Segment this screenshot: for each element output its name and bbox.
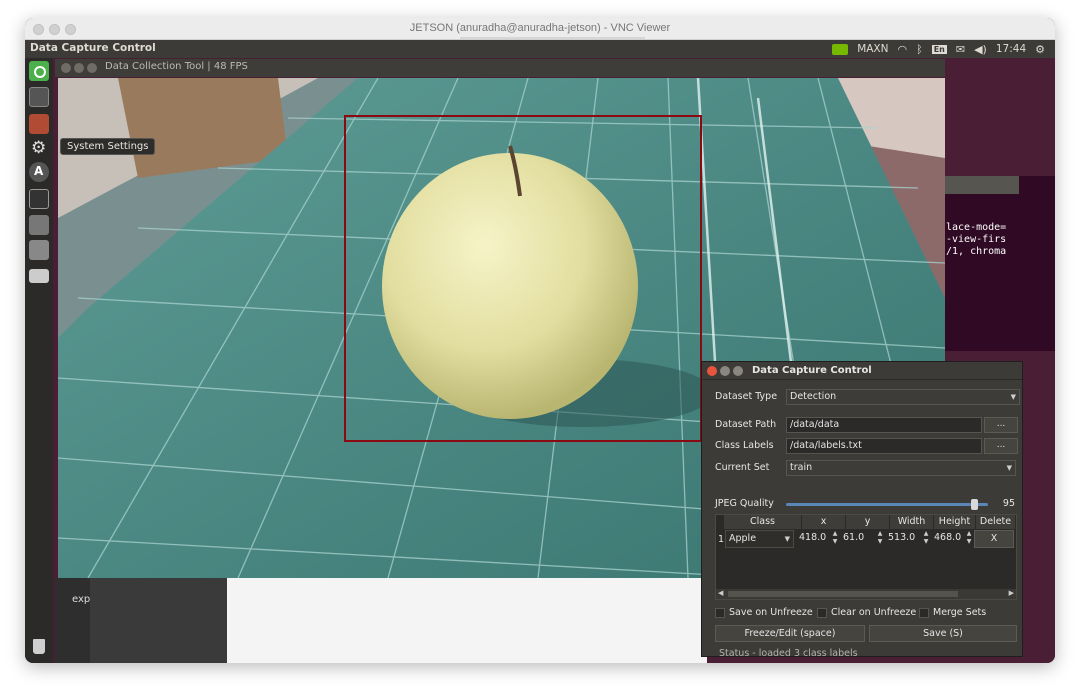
dataset-path-browse-button[interactable]: ... xyxy=(984,417,1018,433)
apple xyxy=(382,153,638,419)
width-field[interactable]: 513.0 xyxy=(885,530,921,548)
terminal-titlebar[interactable] xyxy=(943,176,1019,194)
dialog-maximize-button[interactable] xyxy=(733,366,743,376)
delete-row-button[interactable]: X xyxy=(974,530,1014,548)
launcher-trash-icon[interactable] xyxy=(29,636,49,656)
video-maximize-button[interactable] xyxy=(87,63,97,73)
table-row-index: 1 xyxy=(718,534,725,545)
launcher-app-icon[interactable] xyxy=(29,215,49,235)
keyboard-layout-icon[interactable]: En xyxy=(931,44,947,54)
launcher-software-icon[interactable] xyxy=(29,162,49,182)
dialog-minimize-button[interactable] xyxy=(720,366,730,376)
save-on-unfreeze-checkbox[interactable] xyxy=(715,608,725,618)
table-horizontal-scrollbar[interactable]: ◀ ▶ xyxy=(716,589,1016,599)
dataset-path-label: Dataset Path xyxy=(715,419,777,430)
chevron-down-icon: ▼ xyxy=(1010,393,1016,401)
power-mode-indicator[interactable]: MAXN xyxy=(857,43,888,55)
dataset-path-input[interactable]: /data/data xyxy=(786,417,982,433)
dialog-close-button[interactable] xyxy=(707,366,717,376)
merge-sets-checkbox[interactable] xyxy=(919,608,929,618)
table-header-y[interactable]: y xyxy=(846,515,890,529)
launcher-system-monitor-icon[interactable] xyxy=(29,87,49,107)
launcher-home-icon[interactable] xyxy=(29,61,49,81)
launcher-drive-icon[interactable] xyxy=(29,269,49,283)
width-spinner-icon[interactable]: ▲ ▼ xyxy=(922,530,930,548)
current-set-value: train xyxy=(790,462,813,473)
table-header-delete[interactable]: Delete xyxy=(976,515,1016,529)
y-field[interactable]: 61.0 xyxy=(840,530,874,548)
table-header-x[interactable]: x xyxy=(802,515,846,529)
chevron-down-icon: ▼ xyxy=(784,535,790,543)
video-window-titlebar[interactable]: Data Collection Tool | 48 FPS xyxy=(55,59,945,77)
save-on-unfreeze-label[interactable]: Save on Unfreeze xyxy=(729,607,813,618)
background-window-gray xyxy=(90,578,227,663)
scroll-left-icon[interactable]: ◀ xyxy=(718,589,723,597)
video-minimize-button[interactable] xyxy=(74,63,84,73)
jpeg-quality-value: 95 xyxy=(1002,498,1015,509)
height-spinner-icon[interactable]: ▲ ▼ xyxy=(965,530,973,548)
current-set-combo[interactable]: train ▼ xyxy=(786,460,1016,476)
launcher-terminal-icon[interactable] xyxy=(29,189,49,209)
current-set-label: Current Set xyxy=(715,462,770,473)
jpeg-quality-label: JPEG Quality xyxy=(715,498,774,509)
chevron-down-icon: ▼ xyxy=(1006,464,1012,472)
dataset-type-combo[interactable]: Detection ▼ xyxy=(786,389,1020,405)
dialog-titlebar[interactable]: Data Capture Control xyxy=(702,362,1022,380)
video-window-title: Data Collection Tool | 48 FPS xyxy=(105,61,248,72)
clock[interactable]: 17:44 xyxy=(996,43,1026,55)
video-close-button[interactable] xyxy=(61,63,71,73)
ubuntu-top-panel: Data Capture Control MAXN ◠ ᛒ En ✉ ◀) 17… xyxy=(25,40,1055,58)
background-window-white xyxy=(227,578,707,663)
panel-indicators: MAXN ◠ ᛒ En ✉ ◀) 17:44 ⚙ xyxy=(832,41,1045,57)
class-value: Apple xyxy=(729,533,757,544)
data-capture-control-dialog: Data Capture Control Dataset Type Detect… xyxy=(701,361,1023,659)
terminal-text: lace-mode= -view-firs /1, chroma xyxy=(946,222,1007,257)
vnc-window-title: JETSON (anuradha@anuradha-jetson) - VNC … xyxy=(409,22,671,34)
terminal-window[interactable] xyxy=(943,176,1055,351)
dialog-title: Data Capture Control xyxy=(752,365,872,376)
launcher-files-icon[interactable] xyxy=(29,114,49,134)
nvidia-icon[interactable] xyxy=(832,43,849,55)
dataset-type-label: Dataset Type xyxy=(715,391,778,402)
scroll-right-icon[interactable]: ▶ xyxy=(1009,589,1014,597)
class-labels-label: Class Labels xyxy=(715,440,774,451)
panel-app-title: Data Capture Control xyxy=(30,42,156,54)
status-text: Status - loaded 3 class labels xyxy=(719,648,858,659)
class-labels-browse-button[interactable]: ... xyxy=(984,438,1018,454)
mail-icon[interactable]: ✉ xyxy=(956,43,965,56)
scrollbar-thumb[interactable] xyxy=(728,591,958,597)
gear-icon[interactable]: ⚙ xyxy=(1035,43,1045,56)
vnc-viewer-window: JETSON (anuradha@anuradha-jetson) - VNC … xyxy=(25,18,1055,663)
table-header-class[interactable]: Class xyxy=(724,515,802,529)
merge-sets-label[interactable]: Merge Sets xyxy=(933,607,986,618)
save-button[interactable]: Save (S) xyxy=(869,625,1017,642)
bluetooth-icon[interactable]: ᛒ xyxy=(916,43,923,56)
x-spinner-icon[interactable]: ▲ ▼ xyxy=(831,530,839,548)
jpeg-quality-slider[interactable] xyxy=(786,503,988,506)
freeze-edit-button[interactable]: Freeze/Edit (space) xyxy=(715,625,865,642)
launcher-help-icon[interactable] xyxy=(29,240,49,260)
class-combo[interactable]: Apple ▼ xyxy=(725,530,794,548)
dataset-type-value: Detection xyxy=(790,391,837,402)
title-underline xyxy=(460,37,645,39)
background-window-text: exp xyxy=(72,594,91,605)
x-field[interactable]: 418.0 xyxy=(796,530,830,548)
class-labels-input[interactable]: /data/labels.txt xyxy=(786,438,982,454)
y-spinner-icon[interactable]: ▲ ▼ xyxy=(876,530,884,548)
vnc-titlebar: JETSON (anuradha@anuradha-jetson) - VNC … xyxy=(25,18,1055,40)
launcher-settings-icon[interactable] xyxy=(29,138,49,160)
table-header-height[interactable]: Height xyxy=(934,515,976,529)
volume-icon[interactable]: ◀) xyxy=(974,43,987,56)
clear-on-unfreeze-checkbox[interactable] xyxy=(817,608,827,618)
annotations-table[interactable]: Class x y Width Height Delete 1 Apple ▼ … xyxy=(715,514,1017,600)
jpeg-quality-slider-handle[interactable] xyxy=(970,499,978,510)
table-header-width[interactable]: Width xyxy=(890,515,934,529)
wifi-icon[interactable]: ◠ xyxy=(897,43,907,56)
clear-on-unfreeze-label[interactable]: Clear on Unfreeze xyxy=(831,607,916,618)
height-field[interactable]: 468.0 xyxy=(931,530,967,548)
launcher-tooltip: System Settings xyxy=(60,138,156,155)
ubuntu-launcher xyxy=(25,58,53,663)
